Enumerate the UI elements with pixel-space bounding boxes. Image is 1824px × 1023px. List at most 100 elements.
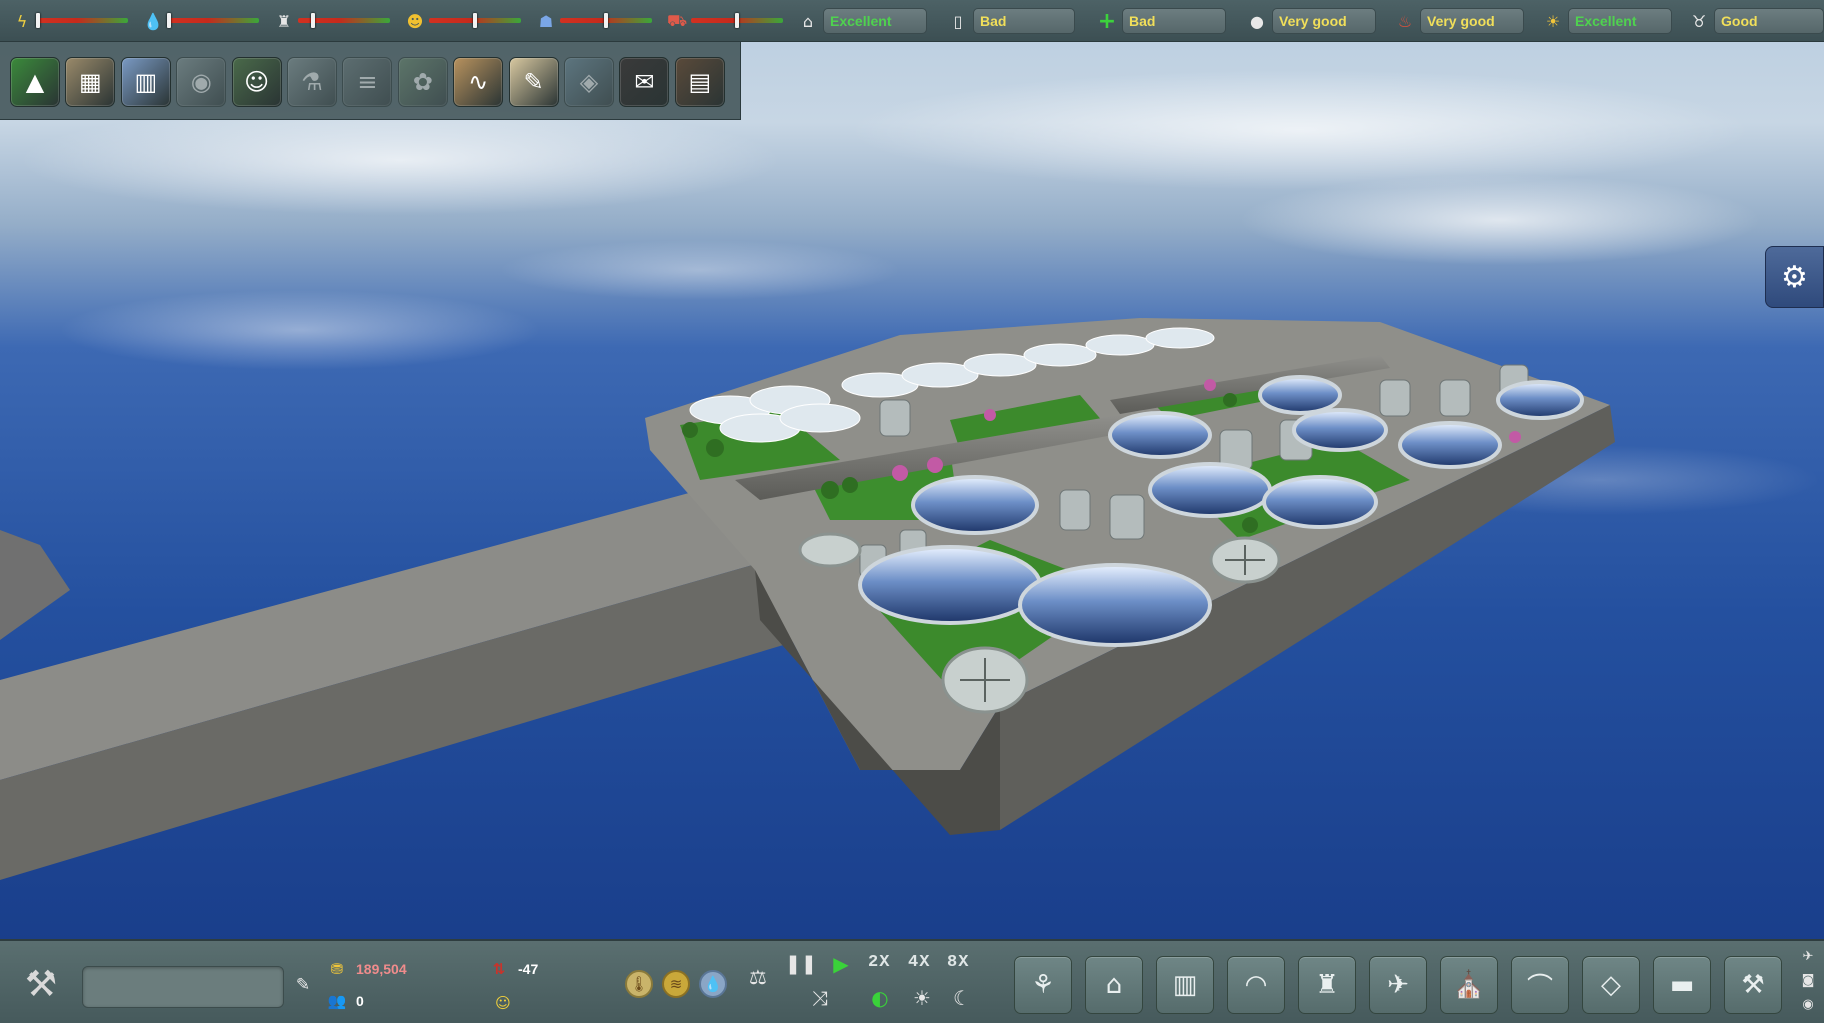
residential-build-button[interactable]: ⌂ xyxy=(1085,956,1143,1014)
roads-category-button[interactable]: ≡ xyxy=(342,57,393,107)
scales-button[interactable]: ⚖ xyxy=(742,963,774,991)
policies-category-button[interactable]: ✎ xyxy=(508,57,559,107)
moon-icon: ☾ xyxy=(953,986,971,1010)
police-meter[interactable]: ☗ xyxy=(536,8,656,34)
thermometer-button[interactable]: 🌡 xyxy=(625,970,653,998)
night-button[interactable]: ☾ xyxy=(948,985,976,1011)
rating-label: Excellent xyxy=(823,8,927,34)
storage-build-button[interactable]: ▬ xyxy=(1653,956,1711,1014)
speed-2x-button[interactable]: 2X xyxy=(868,953,890,975)
workers-meter[interactable]: ☻ xyxy=(405,8,525,34)
camera-button[interactable]: ◙ xyxy=(1798,971,1818,989)
structure-build-button[interactable]: ◇ xyxy=(1582,956,1640,1014)
thermometer-icon: 🌡 xyxy=(629,975,649,993)
factory-build-button[interactable]: ♜ xyxy=(1298,956,1356,1014)
happiness-stat: ☺ xyxy=(490,992,516,1014)
game-viewport[interactable] xyxy=(0,0,1824,1023)
resource-meter[interactable]: ♜ xyxy=(274,8,394,34)
view-button[interactable]: ◉ xyxy=(1798,995,1818,1013)
population-category-button[interactable]: ☺ xyxy=(231,57,282,107)
police-icon: ☗ xyxy=(538,11,554,31)
play-icon: ▶ xyxy=(833,952,849,976)
government-build-icon: ⛪ xyxy=(1452,970,1486,1000)
pause-icon: ❚❚ xyxy=(785,953,817,975)
airplane-icon: ✈ xyxy=(1802,948,1814,964)
parks-category-button[interactable]: ✿ xyxy=(397,57,448,107)
settings-button[interactable]: ⚙ xyxy=(1765,246,1824,308)
wind-power-build-button[interactable]: ⚘ xyxy=(1014,956,1072,1014)
runway-build-icon: ✈ xyxy=(1387,970,1409,1000)
day-night-cycle-button[interactable]: ◐ xyxy=(866,985,894,1011)
meter-knob xyxy=(735,13,739,28)
shuffle-button[interactable]: ⤨ xyxy=(806,985,834,1011)
research-category-button[interactable]: ⚗ xyxy=(287,57,337,107)
roads-category-icon: ≡ xyxy=(357,68,378,96)
category-toolbar: ▲ ▦ ▥ ◉ ☺ ⚗ ≡ ✿ ∿ ✎ ◈ ✉ ▤ xyxy=(0,42,741,120)
landmark-category-button[interactable]: ◉ xyxy=(176,57,227,107)
housing-icon: ⌂ xyxy=(802,11,814,31)
power-icon: ϟ xyxy=(16,11,28,31)
health-rating[interactable]: + Bad xyxy=(1096,8,1230,34)
terrain-category-icon: ▲ xyxy=(25,68,45,96)
dome-build-icon: ◠ xyxy=(1244,970,1268,1000)
rating-label: Excellent xyxy=(1568,8,1672,34)
status-bar: ϟ 💧 ♜ ☻ ☗ ⛟ ⌂ Excellent ▯ Bad + Bad ● Ve… xyxy=(0,0,1824,42)
tools-button[interactable]: ⚒ xyxy=(12,955,70,1013)
districts-category-button[interactable]: ◈ xyxy=(564,57,614,107)
water-meter[interactable]: 💧 xyxy=(143,8,263,34)
smiley-icon: ☺ xyxy=(495,994,511,1012)
dome-build-button[interactable]: ◠ xyxy=(1227,956,1285,1014)
fire-truck-icon: ⛟ xyxy=(666,10,688,30)
speed-8x-button[interactable]: 8X xyxy=(947,953,969,975)
population-value: 0 xyxy=(356,993,364,1009)
rename-city-button[interactable]: ✎ xyxy=(292,974,314,996)
livestock-rating[interactable]: ♉ Good xyxy=(1688,8,1824,34)
landmark-category-icon: ◉ xyxy=(190,68,212,96)
meter-knob xyxy=(473,13,477,28)
city-category-button[interactable]: ▥ xyxy=(120,57,171,107)
education-rating[interactable]: ▯ Bad xyxy=(947,8,1081,34)
housing-rating[interactable]: ⌂ Excellent xyxy=(797,8,931,34)
wrench-hammer-icon: ⚒ xyxy=(24,963,58,1005)
resource-sack-icon: ♜ xyxy=(276,11,292,31)
research-category-icon: ⚗ xyxy=(301,68,323,96)
library-category-icon: ▤ xyxy=(688,68,712,96)
rating-label: Bad xyxy=(1122,8,1226,34)
farm-build-button[interactable]: ⌒ xyxy=(1511,956,1569,1014)
education-icon: ▯ xyxy=(953,11,963,31)
fire-safety-icon: ♨ xyxy=(1397,11,1413,31)
speed-4x-button[interactable]: 4X xyxy=(908,953,930,975)
health-cross-icon: + xyxy=(1097,8,1117,34)
city-name-field[interactable] xyxy=(82,966,284,1008)
meter-knob xyxy=(311,13,316,28)
play-button[interactable]: ▶ xyxy=(830,951,852,977)
pause-button[interactable]: ❚❚ xyxy=(785,951,817,977)
wind-button[interactable]: ≋ xyxy=(662,970,690,998)
industrial-build-icon: ▥ xyxy=(1172,970,1198,1000)
people-icon: 👥 xyxy=(327,992,347,1010)
pollution-rating[interactable]: ● Very good xyxy=(1246,8,1380,34)
terrain-category-button[interactable]: ▲ xyxy=(10,57,60,107)
government-build-button[interactable]: ⛪ xyxy=(1440,956,1498,1014)
policies-category-icon: ✎ xyxy=(523,68,544,96)
fire-safety-rating[interactable]: ♨ Very good xyxy=(1394,8,1528,34)
mail-category-icon: ✉ xyxy=(634,68,655,96)
library-category-button[interactable]: ▤ xyxy=(674,57,725,107)
graphs-category-button[interactable]: ∿ xyxy=(453,57,504,107)
entertainment-rating[interactable]: ☀ Excellent xyxy=(1542,8,1676,34)
airplane-button[interactable]: ✈ xyxy=(1798,947,1818,965)
shuffle-icon: ⤨ xyxy=(812,986,828,1010)
mail-category-button[interactable]: ✉ xyxy=(619,57,670,107)
day-button[interactable]: ☀ xyxy=(908,985,936,1011)
rating-label: Bad xyxy=(973,8,1075,34)
sun-icon: ☀ xyxy=(913,986,931,1010)
parks-category-icon: ✿ xyxy=(412,68,433,96)
fire-meter[interactable]: ⛟ xyxy=(667,8,787,34)
water-drop-icon: 💧 xyxy=(143,11,163,31)
rain-button[interactable]: 💧 xyxy=(699,970,727,998)
power-meter[interactable]: ϟ xyxy=(12,8,132,34)
zoning-category-button[interactable]: ▦ xyxy=(65,57,116,107)
crane-build-button[interactable]: ⚒ xyxy=(1724,956,1782,1014)
runway-build-button[interactable]: ✈ xyxy=(1369,956,1427,1014)
industrial-build-button[interactable]: ▥ xyxy=(1156,956,1214,1014)
